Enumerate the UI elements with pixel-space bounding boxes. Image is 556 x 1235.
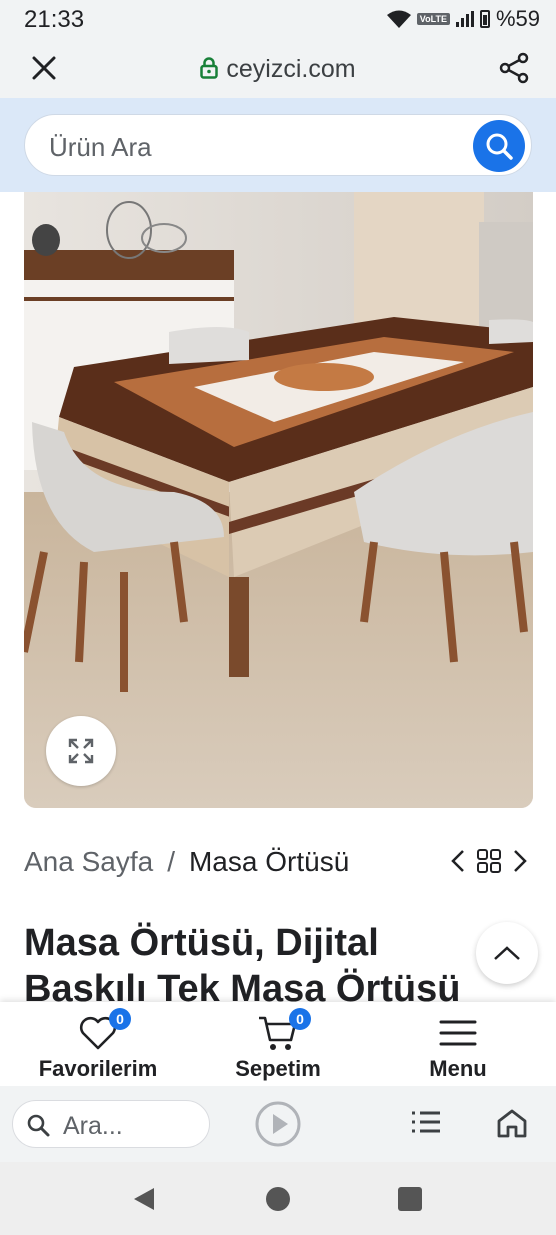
expand-image-button[interactable] <box>46 716 116 786</box>
favorites-badge: 0 <box>109 1008 131 1030</box>
play-icon[interactable] <box>254 1100 302 1148</box>
lock-icon <box>200 57 219 79</box>
browser-search-placeholder: Ara... <box>63 1112 123 1140</box>
menu-icon-wrap <box>383 1014 533 1052</box>
status-time: 21:33 <box>24 6 85 33</box>
battery-level: %59 <box>495 6 540 31</box>
cart-badge: 0 <box>289 1008 311 1030</box>
signal-icon <box>455 11 474 27</box>
share-icon[interactable] <box>498 52 530 84</box>
search-placeholder: Ürün Ara <box>49 132 152 162</box>
product-title: Masa Örtüsü, Dijital Baskılı Tek Masa Ör… <box>24 922 461 1002</box>
favorites-nav-item[interactable]: 0 Favorilerim <box>23 1008 173 1082</box>
menu-label: Menu <box>429 1056 487 1081</box>
hamburger-icon <box>439 1020 477 1046</box>
wifi-icon <box>386 10 411 28</box>
browser-url-bar: ceyizci.com <box>0 40 556 98</box>
search-icon <box>27 1114 50 1137</box>
product-pager <box>450 848 528 874</box>
product-image[interactable] <box>24 192 533 808</box>
menu-nav-item[interactable]: Menu <box>383 1014 533 1082</box>
cart-label: Sepetim <box>235 1056 321 1081</box>
android-navigation-bar <box>0 1162 556 1235</box>
favorites-icon-wrap: 0 <box>23 1008 173 1052</box>
grid-icon[interactable] <box>476 848 502 874</box>
status-icons: VoLTE %59 <box>386 6 540 32</box>
url-domain: ceyizci.com <box>226 55 356 83</box>
search-input[interactable]: Ürün Ara <box>24 114 532 176</box>
battery-icon <box>479 10 490 28</box>
chevron-right-icon[interactable] <box>512 848 528 874</box>
browser-search-input[interactable]: Ara... <box>12 1100 210 1148</box>
expand-icon <box>68 738 94 764</box>
favorites-label: Favorilerim <box>38 1056 158 1081</box>
breadcrumb-home[interactable]: Ana Sayfa <box>24 846 153 878</box>
site-header: Ürün Ara <box>0 98 556 192</box>
list-icon[interactable] <box>410 1110 442 1134</box>
breadcrumb-current[interactable]: Masa Örtüsü <box>189 846 349 878</box>
back-icon[interactable] <box>132 1186 156 1212</box>
breadcrumb-separator: / <box>167 846 175 877</box>
home-button-icon[interactable] <box>266 1187 290 1211</box>
search-icon <box>486 133 513 160</box>
recent-apps-icon[interactable] <box>398 1187 422 1211</box>
browser-bottom-toolbar: Ara... <box>0 1086 556 1162</box>
status-bar: 21:33 VoLTE %59 <box>0 0 556 40</box>
bottom-nav: 0 Favorilerim 0 Sepetim Menu <box>0 1002 556 1086</box>
cart-icon-wrap: 0 <box>203 1008 353 1052</box>
search-button[interactable] <box>473 120 525 172</box>
breadcrumb: Ana Sayfa / Masa Örtüsü <box>24 846 349 878</box>
product-photo <box>24 192 533 808</box>
volte-badge: VoLTE <box>416 13 450 25</box>
cart-nav-item[interactable]: 0 Sepetim <box>203 1008 353 1082</box>
scroll-to-top-button[interactable] <box>476 922 538 984</box>
home-icon[interactable] <box>496 1108 528 1138</box>
chevron-left-icon[interactable] <box>450 848 466 874</box>
url-domain-container[interactable]: ceyizci.com <box>0 55 556 84</box>
chevron-up-icon <box>494 946 520 960</box>
